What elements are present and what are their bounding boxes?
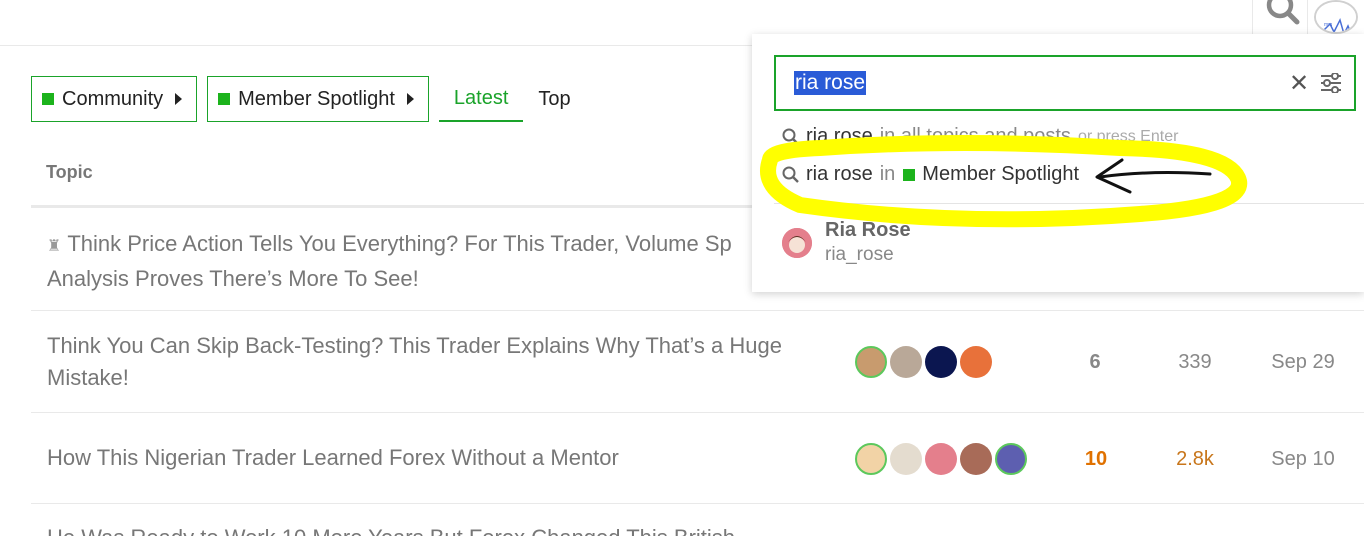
navigation-bar: Community Member Spotlight Latest Top bbox=[31, 76, 586, 122]
topic-title[interactable]: Think You Can Skip Back-Testing? This Tr… bbox=[47, 330, 782, 394]
topic-title[interactable]: How This Nigerian Trader Learned Forex W… bbox=[47, 442, 619, 474]
caret-right-icon bbox=[175, 93, 183, 105]
header-search-button[interactable] bbox=[1252, 0, 1308, 34]
subcategory-dropdown-label: Member Spotlight bbox=[238, 87, 395, 110]
activity-date[interactable]: Sep 10 bbox=[1261, 448, 1345, 471]
avatar[interactable] bbox=[925, 346, 957, 378]
caret-right-icon bbox=[406, 93, 414, 105]
search-query-text: ria rose bbox=[794, 71, 867, 95]
search-suggestion-all[interactable]: ria rose in all topics and posts or pres… bbox=[782, 125, 1178, 148]
category-color-square bbox=[903, 168, 916, 181]
avatar bbox=[782, 228, 812, 258]
activity-date[interactable]: Sep 29 bbox=[1261, 351, 1345, 374]
search-icon bbox=[782, 128, 799, 145]
search-menu: ria rose ✕ ria rose in all topics and po… bbox=[752, 34, 1364, 292]
reply-count: 10 bbox=[1084, 448, 1108, 470]
poster-avatars bbox=[855, 346, 995, 378]
avatar[interactable] bbox=[890, 443, 922, 475]
close-icon[interactable]: ✕ bbox=[1289, 69, 1309, 98]
avatar[interactable] bbox=[995, 443, 1027, 475]
subcategory-dropdown[interactable]: Member Spotlight bbox=[207, 76, 429, 122]
topic-title[interactable]: ♜ Think Price Action Tells You Everything… bbox=[47, 228, 732, 295]
avatar[interactable] bbox=[855, 443, 887, 475]
topic-title[interactable]: He Was Ready to Work 10 More Years But F… bbox=[47, 522, 735, 536]
sliders-icon[interactable] bbox=[1320, 73, 1342, 93]
topic-title-line: Think Price Action Tells You Everything?… bbox=[67, 231, 732, 256]
category-dropdown-label: Community bbox=[62, 87, 164, 110]
suggestion-term: ria rose bbox=[806, 163, 873, 185]
suggestion-term: ria rose bbox=[806, 125, 873, 147]
avatar-image: mm bbox=[1316, 2, 1356, 32]
topic-title-line: Think You Can Skip Back-Testing? This Tr… bbox=[47, 333, 782, 358]
avatar[interactable] bbox=[925, 443, 957, 475]
tab-latest[interactable]: Latest bbox=[438, 76, 524, 122]
topic-title-line: How This Nigerian Trader Learned Forex W… bbox=[47, 445, 619, 470]
search-input[interactable]: ria rose ✕ bbox=[774, 55, 1356, 111]
tab-top[interactable]: Top bbox=[523, 76, 585, 122]
category-color-square bbox=[42, 93, 54, 105]
svg-text:mm: mm bbox=[1324, 22, 1332, 28]
category-dropdown[interactable]: Community bbox=[31, 76, 198, 122]
view-count: 2.8k bbox=[1176, 448, 1214, 470]
suggestion-in: in bbox=[879, 163, 896, 185]
suggestion-scope: in all topics and posts bbox=[879, 125, 1071, 147]
topic-title-line: Mistake! bbox=[47, 365, 129, 390]
avatar[interactable] bbox=[960, 346, 992, 378]
suggestion-hint: or press Enter bbox=[1077, 127, 1179, 145]
table-row[interactable]: How This Nigerian Trader Learned Forex W… bbox=[31, 413, 1364, 504]
table-row[interactable]: He Was Ready to Work 10 More Years But F… bbox=[31, 504, 1364, 536]
divider bbox=[774, 203, 1364, 204]
table-row[interactable]: Think You Can Skip Back-Testing? This Tr… bbox=[31, 311, 1364, 413]
subcategory-color-square bbox=[218, 93, 231, 105]
topic-title-line: Analysis Proves There’s More To See! bbox=[47, 266, 419, 291]
user-username: ria_rose bbox=[825, 244, 894, 265]
search-suggestion-category[interactable]: ria rose in Member Spotlight bbox=[782, 163, 1079, 186]
search-user-result[interactable]: Ria Rose ria_rose bbox=[782, 216, 1282, 266]
pin-icon: ♜ bbox=[47, 238, 62, 255]
user-avatar[interactable]: mm bbox=[1314, 0, 1358, 34]
avatar[interactable] bbox=[960, 443, 992, 475]
poster-avatars bbox=[855, 443, 1030, 475]
suggestion-category-name: Member Spotlight bbox=[922, 163, 1080, 185]
view-count: 339 bbox=[1178, 351, 1212, 373]
reply-count: 6 bbox=[1089, 351, 1101, 373]
search-icon bbox=[782, 166, 799, 183]
topic-title-line: He Was Ready to Work 10 More Years But F… bbox=[47, 525, 735, 536]
avatar[interactable] bbox=[890, 346, 922, 378]
search-icon bbox=[1266, 0, 1300, 25]
user-display-name: Ria Rose bbox=[825, 219, 911, 241]
avatar[interactable] bbox=[855, 346, 887, 378]
column-header-topic[interactable]: Topic bbox=[46, 162, 93, 183]
